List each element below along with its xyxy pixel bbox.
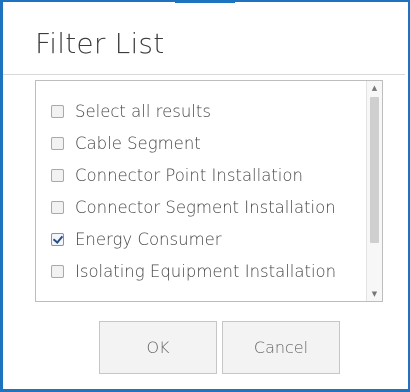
option-label: Isolating Equipment Installation [75, 261, 337, 281]
checkbox-connector-point-installation[interactable] [51, 168, 64, 182]
ok-button[interactable]: OK [99, 321, 217, 374]
filter-list-dialog: Filter List Select all results Cable Seg… [3, 3, 405, 389]
filter-options-list[interactable]: Select all results Cable Segment Connect… [35, 80, 383, 302]
option-label: Cable Segment [75, 133, 201, 153]
option-label: Energy Consumer [75, 229, 222, 249]
title-divider [3, 74, 405, 75]
option-label: Connector Point Installation [75, 165, 303, 185]
scroll-down-arrow-icon[interactable]: ▼ [367, 287, 382, 301]
checkbox-select-all[interactable] [51, 104, 64, 118]
checkbox-energy-consumer[interactable] [51, 232, 64, 246]
dialog-title: Filter List [35, 27, 165, 60]
option-label: Select all results [75, 101, 211, 121]
checkbox-cable-segment[interactable] [51, 136, 64, 150]
options-container: Select all results Cable Segment Connect… [36, 95, 366, 287]
list-scrollbar[interactable]: ▲ ▼ [366, 81, 382, 301]
option-isolating-equipment-installation[interactable]: Isolating Equipment Installation [36, 255, 366, 287]
option-connector-point-installation[interactable]: Connector Point Installation [36, 159, 366, 191]
option-energy-consumer[interactable]: Energy Consumer [36, 223, 366, 255]
cancel-button[interactable]: Cancel [222, 321, 340, 374]
scroll-up-arrow-icon[interactable]: ▲ [367, 81, 382, 95]
option-cable-segment[interactable]: Cable Segment [36, 127, 366, 159]
scrollbar-thumb[interactable] [370, 97, 379, 243]
option-label: Connector Segment Installation [75, 197, 336, 217]
option-select-all[interactable]: Select all results [36, 95, 366, 127]
checkbox-connector-segment-installation[interactable] [51, 200, 64, 214]
option-connector-segment-installation[interactable]: Connector Segment Installation [36, 191, 366, 223]
checkbox-isolating-equipment-installation[interactable] [51, 264, 64, 278]
